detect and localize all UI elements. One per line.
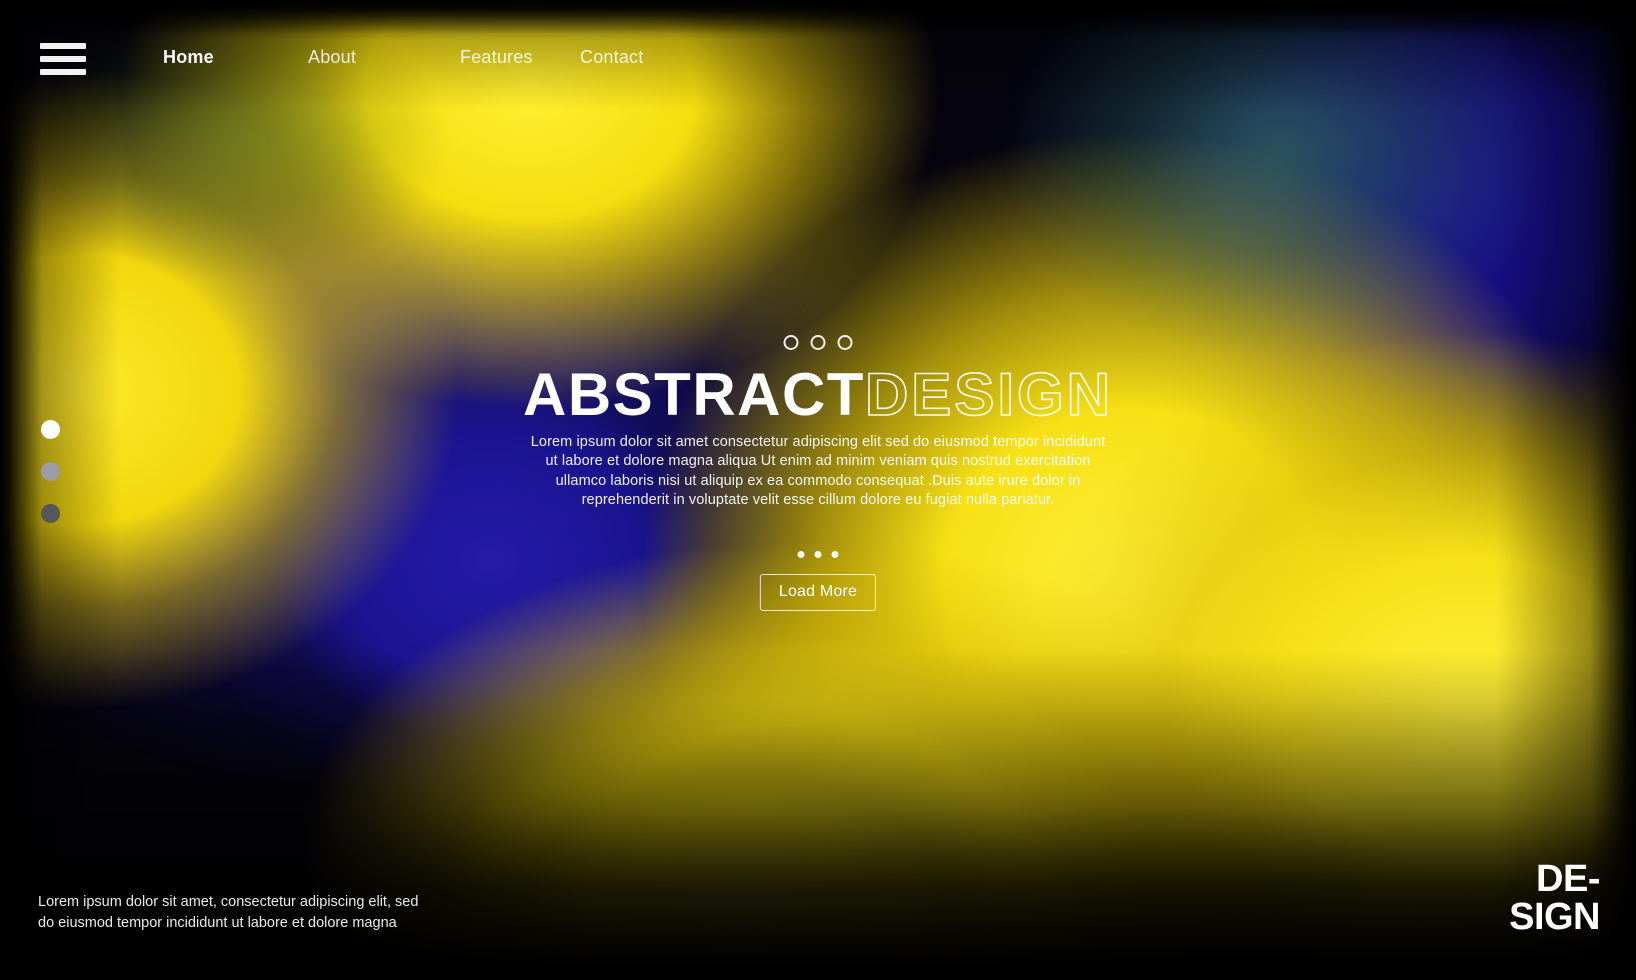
hero-title-outline: DESIGN bbox=[864, 361, 1114, 428]
hero-body-line-1: Lorem ipsum dolor sit amet consectetur a… bbox=[530, 434, 1106, 450]
small-dot-3 bbox=[831, 551, 839, 558]
hero-body-line-3: ullamco laboris nisi ut aliquip ex ea co… bbox=[555, 472, 1081, 489]
nav-item-contact[interactable]: Contact bbox=[580, 47, 643, 68]
hero-body-line-2: ut labore et dolore magna aliqua Ut enim… bbox=[545, 453, 1091, 470]
ring-icon-3 bbox=[837, 335, 853, 350]
brand-logo: DE- SIGN bbox=[1509, 860, 1600, 936]
yellow-blob-center bbox=[640, 130, 1620, 980]
slider-dot-2[interactable] bbox=[41, 462, 60, 481]
yellow-blob-bottom-left bbox=[420, 700, 1060, 980]
ring-icon-2 bbox=[810, 335, 826, 350]
nav-links: Home About Features Contact bbox=[163, 47, 643, 68]
ring-icon-1 bbox=[783, 335, 799, 350]
hamburger-bar-2 bbox=[40, 56, 86, 62]
hero-body-line-4: reprehenderit in voluptate velit esse ci… bbox=[581, 492, 1055, 509]
nav-item-home[interactable]: Home bbox=[163, 47, 308, 68]
brand-logo-line-1: DE- bbox=[1536, 858, 1600, 900]
slider-dot-1[interactable] bbox=[41, 420, 60, 439]
nav-item-about[interactable]: About bbox=[308, 47, 460, 68]
footer-note-line-2: do eiusmod tempor incididunt ut labore e… bbox=[38, 915, 397, 931]
top-navigation: Home About Features Contact bbox=[0, 0, 1636, 120]
footer-note: Lorem ipsum dolor sit amet, consectetur … bbox=[38, 892, 418, 934]
hero-title-solid: ABSTRACT bbox=[522, 361, 865, 428]
hero-title: ABSTRACTDESIGN bbox=[0, 361, 1636, 428]
hamburger-menu-icon[interactable] bbox=[40, 43, 86, 75]
hamburger-bar-3 bbox=[40, 69, 86, 75]
slider-pagination bbox=[41, 420, 60, 523]
hamburger-bar-1 bbox=[40, 43, 86, 49]
hero-body: Lorem ipsum dolor sit amet consectetur a… bbox=[498, 433, 1138, 511]
hero-canvas: Home About Features Contact ABSTRACTDESI… bbox=[0, 0, 1636, 980]
load-more-button[interactable]: Load More bbox=[759, 574, 877, 611]
slider-dot-3[interactable] bbox=[41, 504, 60, 523]
small-dot-2 bbox=[814, 551, 822, 558]
footer-note-line-1: Lorem ipsum dolor sit amet, consectetur … bbox=[38, 894, 419, 910]
ring-decoration-row bbox=[783, 335, 853, 350]
nav-item-features[interactable]: Features bbox=[460, 47, 580, 68]
brand-logo-line-2: SIGN bbox=[1509, 896, 1600, 938]
dot-decoration-row bbox=[797, 551, 839, 558]
small-dot-1 bbox=[797, 551, 805, 558]
